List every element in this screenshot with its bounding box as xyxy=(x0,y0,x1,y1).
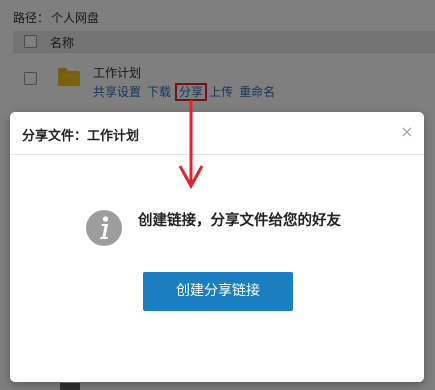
dialog-message: 创建链接，分享文件给您的好友 xyxy=(138,213,341,229)
create-share-link-button[interactable]: 创建分享链接 xyxy=(143,272,293,311)
dialog-header: 分享文件：工作计划 × xyxy=(10,112,424,155)
close-icon[interactable]: × xyxy=(400,124,414,140)
share-dialog: 分享文件：工作计划 × 创建链接，分享文件给您的好友 创建分享链接 xyxy=(10,112,424,382)
info-icon xyxy=(86,210,122,246)
dialog-title: 分享文件：工作计划 xyxy=(22,129,140,144)
annotation-arrow-icon xyxy=(178,100,204,190)
